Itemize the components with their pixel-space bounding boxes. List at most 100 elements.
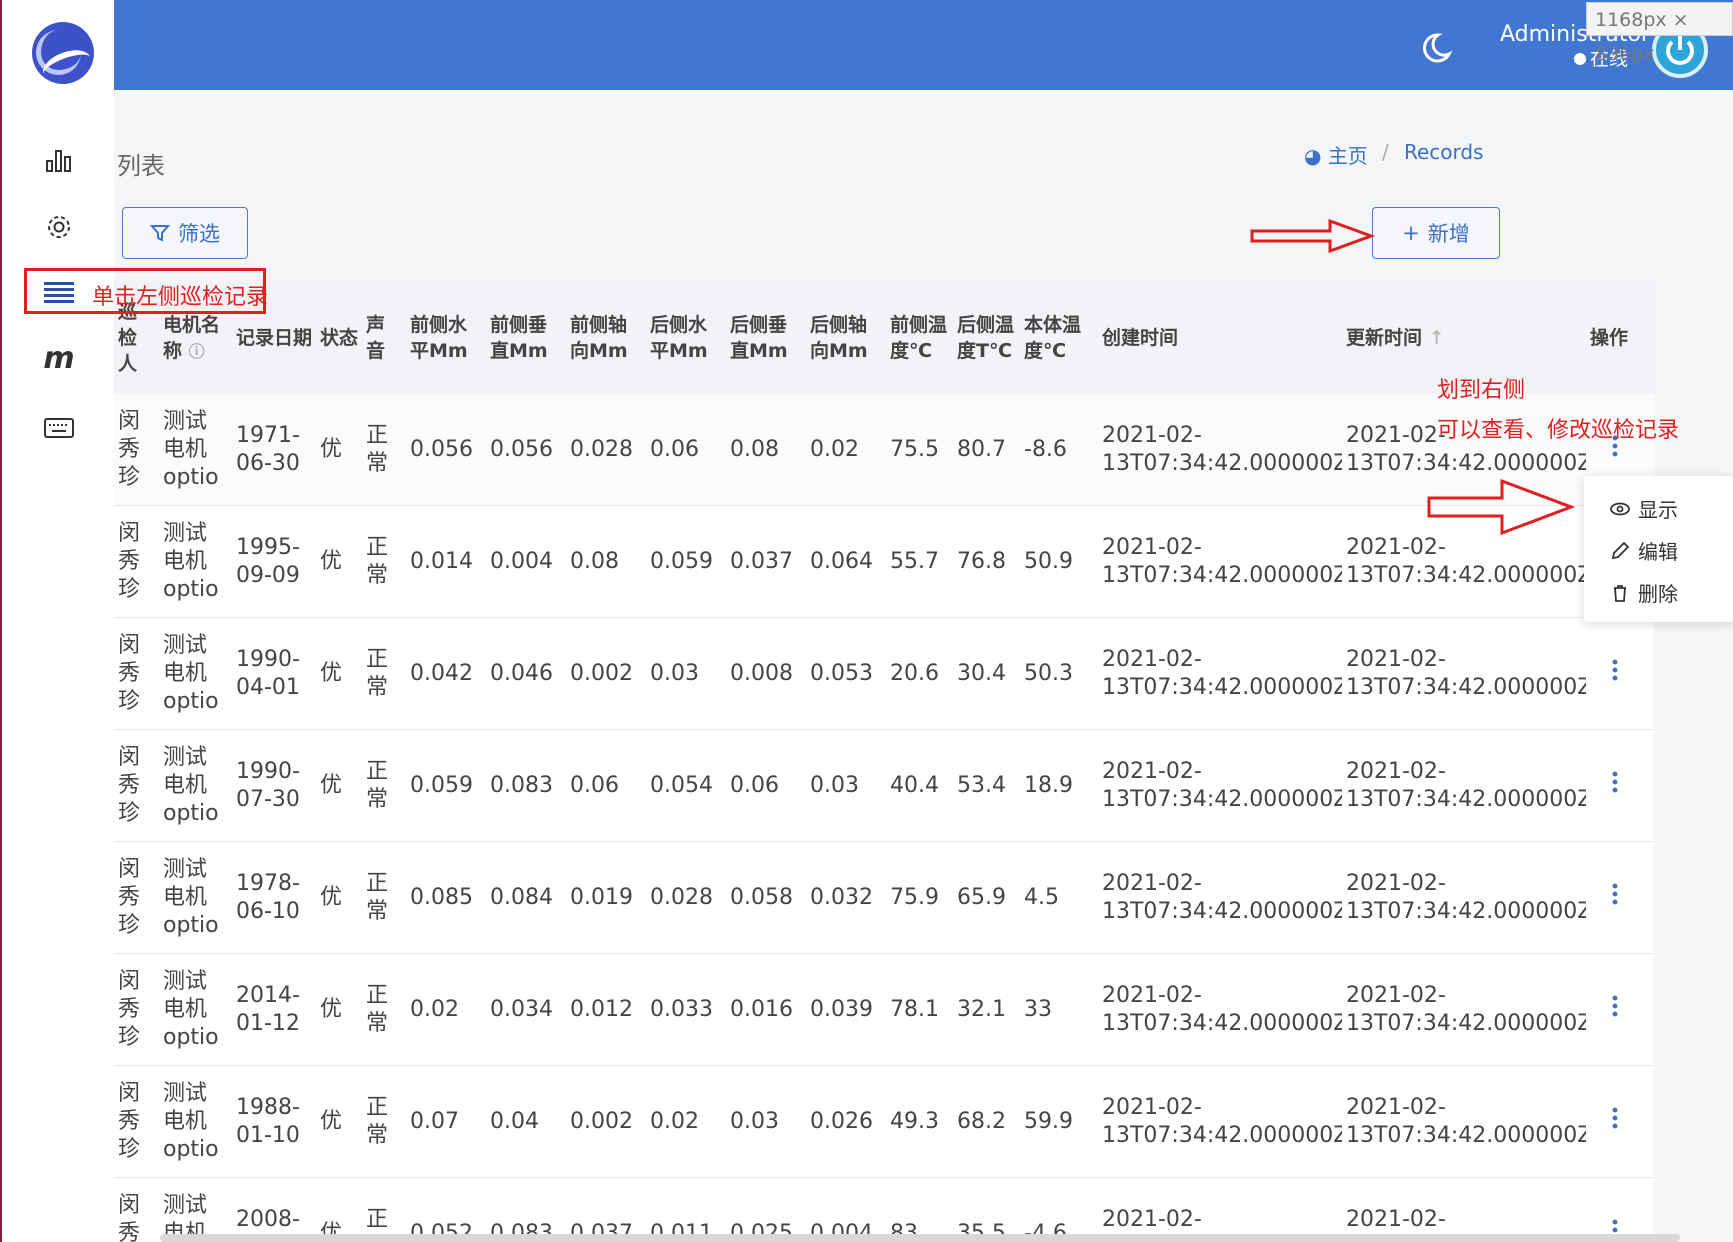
table-cell: 0.06 — [726, 729, 806, 842]
menu-item-delete[interactable]: 删除 — [1610, 578, 1678, 607]
table-cell: 0.002 — [566, 617, 646, 730]
more-vertical-icon[interactable] — [1612, 995, 1618, 1017]
table-cell: 2021-02-13T07:34:42.000000Z — [1342, 617, 1586, 730]
table-row: 闵秀珍 测试电机optio 1988-01-10 优正常 0.07 0.04 0.002 0.… — [114, 1065, 1654, 1178]
row-actions-cell — [1586, 729, 1654, 842]
more-vertical-icon[interactable] — [1612, 1107, 1618, 1129]
column-header: 前侧温度℃ — [886, 282, 953, 394]
table-cell: 30.4 — [953, 617, 1020, 730]
m-logo-icon[interactable]: m — [42, 341, 76, 376]
table-cell: 0.08 — [566, 505, 646, 618]
table-cell: 2021-02-13T07:34:42.000000Z — [1098, 841, 1342, 954]
column-header: 前侧垂直Mm — [486, 282, 566, 394]
top-navbar — [114, 0, 1733, 90]
table-cell: 测试电机optio — [159, 505, 232, 618]
table-cell: 0.064 — [806, 505, 886, 618]
add-button[interactable]: + 新增 — [1372, 207, 1500, 259]
table-cell: 18.9 — [1020, 729, 1098, 842]
breadcrumb-home[interactable]: ◕ 主页 — [1304, 140, 1368, 169]
records-table: 巡检人 电机名称 ⓘ 记录日期 状态 声音 前侧水平Mm 前侧垂直Mm 前侧轴向… — [114, 282, 1654, 1242]
gear-icon[interactable] — [42, 210, 76, 244]
table-cell: 正常 — [362, 617, 406, 730]
filter-button[interactable]: 筛选 — [122, 207, 248, 259]
table-cell: 优 — [316, 505, 362, 618]
row-actions-cell — [1586, 1065, 1654, 1178]
plus-icon: + — [1402, 221, 1420, 245]
table-cell: 0.084 — [486, 841, 566, 954]
table-cell: 测试电机optio — [159, 1177, 232, 1242]
table-cell: 40.4 — [886, 729, 953, 842]
table-cell: 闵秀珍 — [114, 394, 159, 506]
table-cell: 0.02 — [646, 1065, 726, 1178]
table-cell: 正常 — [362, 1065, 406, 1178]
table-cell: 0.04 — [486, 1065, 566, 1178]
table-cell: 2021-02-13T07:34:42.000000Z — [1098, 617, 1342, 730]
table-cell: 1990-04-01 — [232, 617, 316, 730]
moon-icon[interactable] — [1418, 30, 1454, 66]
column-header: 本体温度℃ — [1020, 282, 1098, 394]
table-cell: 正常 — [362, 729, 406, 842]
table-cell: 75.9 — [886, 841, 953, 954]
help-circle-icon[interactable]: ⓘ — [189, 342, 205, 361]
table-cell: 2008-12-01 — [232, 1177, 316, 1242]
table-cell: 0.004 — [486, 505, 566, 618]
keyboard-icon[interactable] — [42, 411, 76, 445]
table-cell: 2021-02-13T07:34:42.000000Z — [1098, 1065, 1342, 1178]
column-header: 后侧垂直Mm — [726, 282, 806, 394]
table-cell: 0.083 — [486, 729, 566, 842]
table-cell: 55.7 — [886, 505, 953, 618]
table-cell: 0.053 — [806, 617, 886, 730]
table-cell: 75.5 — [886, 394, 953, 506]
table-cell: 0.032 — [806, 841, 886, 954]
table-cell: 32.1 — [953, 953, 1020, 1066]
column-header: 后侧水平Mm — [646, 282, 726, 394]
menu-item-show-label: 显示 — [1638, 498, 1678, 522]
column-header: 操作 — [1586, 282, 1654, 394]
table-cell: 2014-01-12 — [232, 953, 316, 1066]
more-vertical-icon[interactable] — [1612, 659, 1618, 681]
column-header: 声音 — [362, 282, 406, 394]
table-cell: 优 — [316, 394, 362, 506]
filter-icon — [150, 225, 170, 242]
more-vertical-icon[interactable] — [1612, 771, 1618, 793]
bar-chart-icon[interactable] — [42, 143, 76, 177]
menu-item-edit[interactable]: 编辑 — [1610, 536, 1678, 565]
table-cell: 测试电机optio — [159, 394, 232, 506]
horizontal-scrollbar[interactable] — [160, 1234, 1680, 1242]
table-cell: 0.06 — [566, 729, 646, 842]
menu-item-show[interactable]: 显示 — [1610, 494, 1678, 523]
table-cell: 正常 — [362, 505, 406, 618]
app-logo[interactable] — [32, 22, 94, 84]
table-row: 闵秀珍 测试电机optio 2014-01-12 优正常 0.02 0.034 0.012 0… — [114, 953, 1654, 1066]
table-cell: 正常 — [362, 953, 406, 1066]
table-cell: 优 — [316, 1065, 362, 1178]
table-cell: 1971-06-30 — [232, 394, 316, 506]
table-cell: 测试电机optio — [159, 729, 232, 842]
table-cell: 2021-02-13T07:34:42.000000Z — [1342, 953, 1586, 1066]
annotation-swipe-right: 划到右侧 — [1437, 378, 1526, 403]
table-cell: 50.3 — [1020, 617, 1098, 730]
table-cell: -8.6 — [1020, 394, 1098, 506]
table-cell: 闵秀珍 — [114, 617, 159, 730]
table-cell: 0.014 — [406, 505, 486, 618]
breadcrumb-current: Records — [1404, 140, 1484, 164]
table-cell: 2021-02-13T07:34:42.000000Z — [1098, 953, 1342, 1066]
table-cell: 0.02 — [406, 953, 486, 1066]
table-cell: 0.058 — [726, 841, 806, 954]
column-header: 创建时间 — [1098, 282, 1342, 394]
sort-up-icon[interactable]: ↑ — [1429, 327, 1445, 349]
table-cell: 优 — [316, 953, 362, 1066]
table-cell: 0.016 — [726, 953, 806, 1066]
table-cell: 0.037 — [566, 1177, 646, 1242]
table-cell: 0.034 — [486, 953, 566, 1066]
dimension-tooltip: 1168px × 836px — [1586, 2, 1733, 65]
column-header: 后侧温度T℃ — [953, 282, 1020, 394]
table-cell: 0.028 — [646, 841, 726, 954]
table-cell: 测试电机optio — [159, 953, 232, 1066]
table-cell: -4.6 — [1020, 1177, 1098, 1242]
table-cell: 1995-09-09 — [232, 505, 316, 618]
column-header: 后侧轴向Mm — [806, 282, 886, 394]
table-cell: 优 — [316, 617, 362, 730]
more-vertical-icon[interactable] — [1612, 883, 1618, 905]
table-cell: 0.03 — [806, 729, 886, 842]
